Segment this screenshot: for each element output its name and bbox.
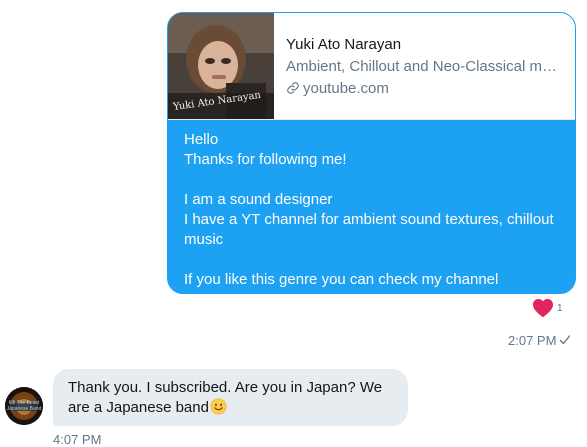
like-count: 1 [557, 303, 563, 314]
message-line [184, 170, 564, 190]
link-preview-card[interactable]: Yuki Ato Narayan Yuki Ato Narayan Ambien… [168, 13, 575, 120]
incoming-timestamp: 4:07 PM [53, 432, 102, 447]
message-line: Hello [184, 131, 219, 148]
message-line: I have a YT channel for ambient sound te… [184, 211, 554, 248]
heart-icon[interactable] [531, 296, 555, 320]
message-line [184, 250, 564, 270]
link-icon [287, 82, 299, 94]
outgoing-message-bubble[interactable]: Yuki Ato Narayan Yuki Ato Narayan Ambien… [167, 12, 576, 294]
outgoing-timestamp-row: 2:07 PM [508, 333, 571, 348]
incoming-message-text: Thank you. I subscribed. Are you in Japa… [68, 378, 398, 418]
avatar[interactable]: Kill The Beast Japanese Band [5, 387, 43, 425]
link-preview-description: Ambient, Chillout and Neo-Classical musi… [286, 58, 564, 75]
outgoing-timestamp: 2:07 PM [508, 333, 557, 348]
outgoing-message-text: Hello Thanks for following me! I am a so… [184, 130, 564, 290]
incoming-message-bubble[interactable]: Thank you. I subscribed. Are you in Japa… [53, 369, 408, 426]
message-line: I am a sound designer [184, 191, 333, 208]
link-preview-title: Yuki Ato Narayan [286, 36, 402, 53]
link-preview-domain-row: youtube.com [286, 80, 389, 97]
message-line: Thanks for following me! [184, 151, 347, 168]
avatar-caption: Kill The Beast Japanese Band [6, 400, 42, 412]
checkmark-icon [560, 335, 571, 345]
link-preview-domain: youtube.com [303, 80, 389, 97]
link-preview-thumbnail[interactable]: Yuki Ato Narayan [168, 13, 274, 119]
message-line: If you like this genre you can check my … [184, 271, 499, 288]
smiling-face-emoji-icon [210, 398, 227, 415]
